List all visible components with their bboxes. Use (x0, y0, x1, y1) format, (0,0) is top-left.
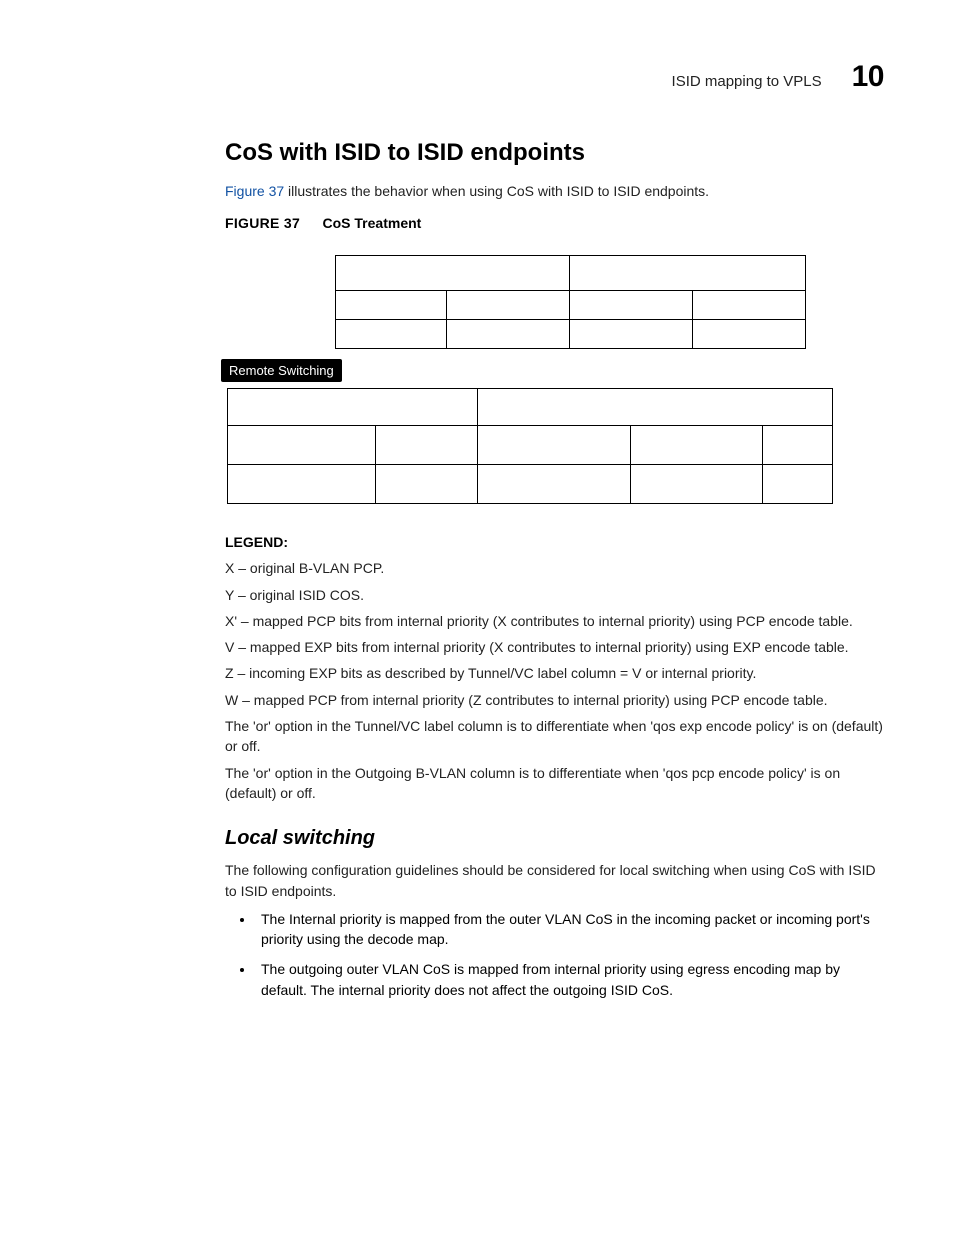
legend-item: V – mapped EXP bits from internal priori… (225, 637, 884, 657)
figure-bottom-grid (115, 388, 833, 504)
header-section: ISID mapping to VPLS (672, 73, 822, 90)
chapter-number: 10 (852, 60, 884, 94)
legend-heading: LEGEND: (225, 534, 884, 550)
intro-text: illustrates the behavior when using CoS … (284, 183, 709, 199)
local-switching-paragraph: The following configuration guidelines s… (225, 860, 884, 901)
legend-item: Y – original ISID COS. (225, 585, 884, 605)
figure-37-diagram: Remote Switching (225, 255, 884, 504)
figure-title: CoS Treatment (323, 215, 422, 231)
figure-caption: FIGURE 37 CoS Treatment (225, 215, 884, 233)
intro-paragraph: Figure 37 illustrates the behavior when … (225, 181, 884, 201)
legend-item: W – mapped PCP from internal priority (Z… (225, 690, 884, 710)
legend-item: The 'or' option in the Outgoing B-VLAN c… (225, 763, 884, 804)
figure-label: FIGURE 37 (225, 215, 300, 231)
guideline-list: The Internal priority is mapped from the… (225, 909, 884, 1000)
remote-switching-label: Remote Switching (221, 359, 342, 382)
section-heading: CoS with ISID to ISID endpoints (225, 139, 884, 167)
legend-item: The 'or' option in the Tunnel/VC label c… (225, 716, 884, 757)
figure-reference-link[interactable]: Figure 37 (225, 183, 284, 199)
page-header: ISID mapping to VPLS 10 (225, 60, 884, 94)
subsection-heading: Local switching (225, 827, 884, 850)
legend-item: X – original B-VLAN PCP. (225, 558, 884, 578)
legend-item: X' – mapped PCP bits from internal prior… (225, 611, 884, 631)
figure-top-grid (335, 255, 806, 349)
list-item: The Internal priority is mapped from the… (255, 909, 884, 950)
list-item: The outgoing outer VLAN CoS is mapped fr… (255, 959, 884, 1000)
legend-item: Z – incoming EXP bits as described by Tu… (225, 663, 884, 683)
